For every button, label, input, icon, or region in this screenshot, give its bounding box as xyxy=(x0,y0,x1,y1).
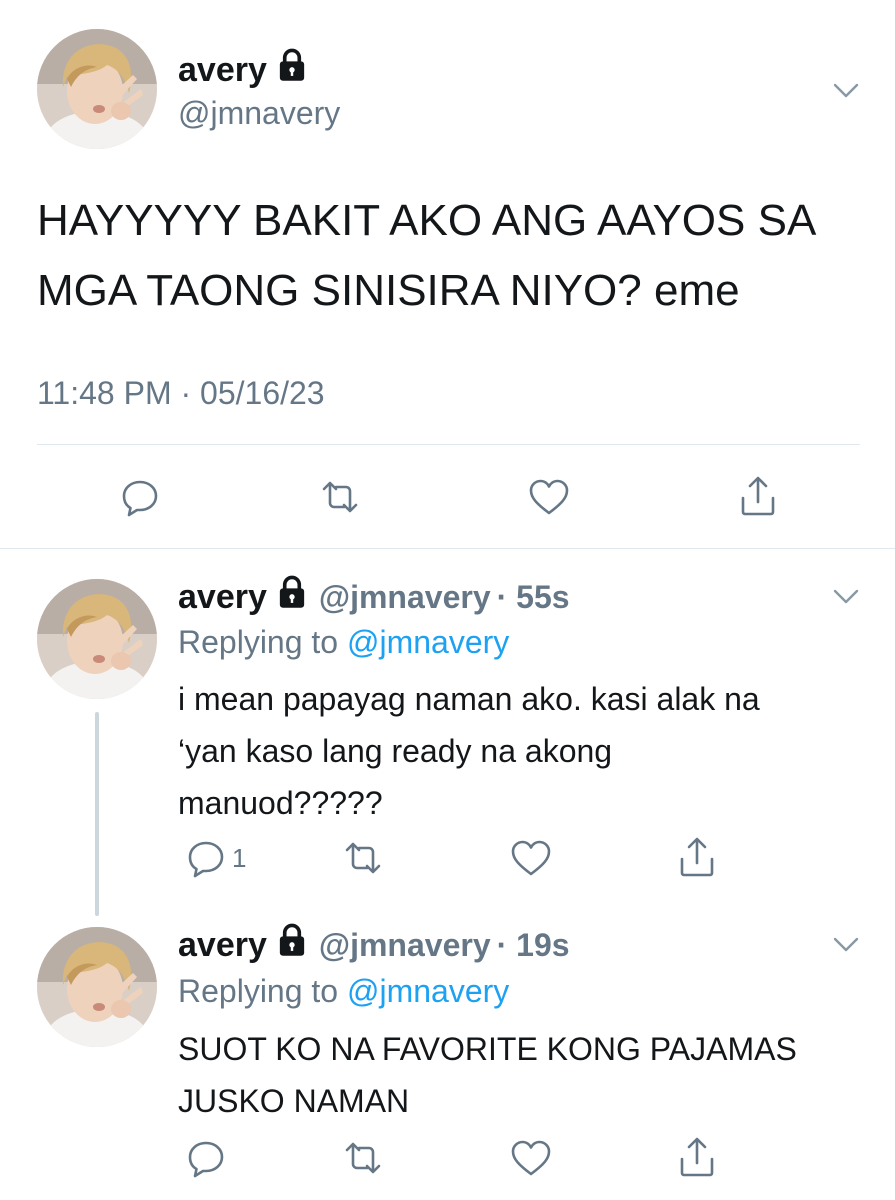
tweet-text: HAYYYYY BAKIT AKO ANG AAYOS SA MGA TAONG… xyxy=(37,186,867,326)
reply-icon xyxy=(186,838,226,878)
tweet-text-line: MGA TAONG SINISIRA NIYO? eme xyxy=(37,266,740,315)
like-button[interactable] xyxy=(509,838,553,878)
retweet-button[interactable] xyxy=(341,838,385,878)
chevron-down-icon[interactable] xyxy=(833,936,859,954)
retweet-icon xyxy=(341,838,385,878)
author-name[interactable]: avery xyxy=(178,51,267,89)
author-handle[interactable]: @jmnavery xyxy=(319,579,491,615)
avatar[interactable] xyxy=(37,579,157,699)
reply-icon xyxy=(186,1138,226,1178)
share-icon xyxy=(738,474,778,518)
reply-text-line: ‘yan kaso lang ready na akong xyxy=(178,733,613,769)
like-button[interactable] xyxy=(527,477,571,517)
retweet-icon xyxy=(341,1138,385,1178)
mention-link[interactable]: @jmnavery xyxy=(347,624,509,660)
retweet-button[interactable] xyxy=(318,477,362,517)
reply-text: i mean papayag naman ako. kasi alak na ‘… xyxy=(178,673,868,829)
section-divider xyxy=(0,548,895,549)
retweet-button[interactable] xyxy=(341,1138,385,1178)
author-name-row[interactable]: avery @jmnavery · 19s xyxy=(178,925,570,966)
like-button[interactable] xyxy=(509,1138,553,1178)
heart-icon xyxy=(527,477,571,517)
tweet-text-line: HAYYYYY BAKIT AKO ANG AAYOS SA xyxy=(37,196,817,245)
chevron-down-icon[interactable] xyxy=(833,82,859,100)
tweet-timestamp[interactable]: 11:48 PM · 05/16/23 xyxy=(37,375,325,412)
lock-icon xyxy=(277,923,307,966)
reply-text-line: SUOT KO NA FAVORITE KONG PAJAMAS xyxy=(178,1031,797,1067)
reply-button[interactable]: 1 xyxy=(186,838,246,878)
lock-icon xyxy=(277,575,307,618)
author-handle[interactable]: @jmnavery xyxy=(178,93,340,133)
replying-to: Replying to @jmnavery xyxy=(178,971,509,1011)
reply-button[interactable] xyxy=(120,477,160,517)
reply-icon xyxy=(120,477,160,517)
replying-label: Replying to xyxy=(178,973,347,1009)
reply-button[interactable] xyxy=(186,1138,226,1178)
chevron-down-icon[interactable] xyxy=(833,588,859,606)
author-name[interactable]: avery xyxy=(178,926,267,964)
heart-icon xyxy=(509,838,553,878)
lock-icon xyxy=(277,48,307,91)
share-button[interactable] xyxy=(738,474,778,518)
author-name-row[interactable]: avery xyxy=(178,50,307,91)
author-name-row[interactable]: avery @jmnavery · 55s xyxy=(178,577,570,618)
tweet-time: · 19s xyxy=(496,927,570,963)
replying-label: Replying to xyxy=(178,624,347,660)
mention-link[interactable]: @jmnavery xyxy=(347,973,509,1009)
replying-to: Replying to @jmnavery xyxy=(178,622,509,662)
divider xyxy=(37,444,860,445)
tweet-time: · 55s xyxy=(496,579,570,615)
avatar[interactable] xyxy=(37,927,157,1047)
heart-icon xyxy=(509,1138,553,1178)
thread-line xyxy=(95,712,99,916)
avatar[interactable] xyxy=(37,29,157,149)
share-icon xyxy=(677,1135,717,1179)
share-button[interactable] xyxy=(677,835,717,879)
reply-text: SUOT KO NA FAVORITE KONG PAJAMAS JUSKO N… xyxy=(178,1023,868,1127)
reply-text-line: JUSKO NAMAN xyxy=(178,1083,410,1119)
share-button[interactable] xyxy=(677,1135,717,1179)
author-handle[interactable]: @jmnavery xyxy=(319,927,491,963)
retweet-icon xyxy=(318,477,362,517)
reply-count: 1 xyxy=(232,842,247,873)
reply-text-line: manuod????? xyxy=(178,785,383,821)
share-icon xyxy=(677,835,717,879)
reply-text-line: i mean papayag naman ako. kasi alak na xyxy=(178,681,760,717)
author-name[interactable]: avery xyxy=(178,578,267,616)
